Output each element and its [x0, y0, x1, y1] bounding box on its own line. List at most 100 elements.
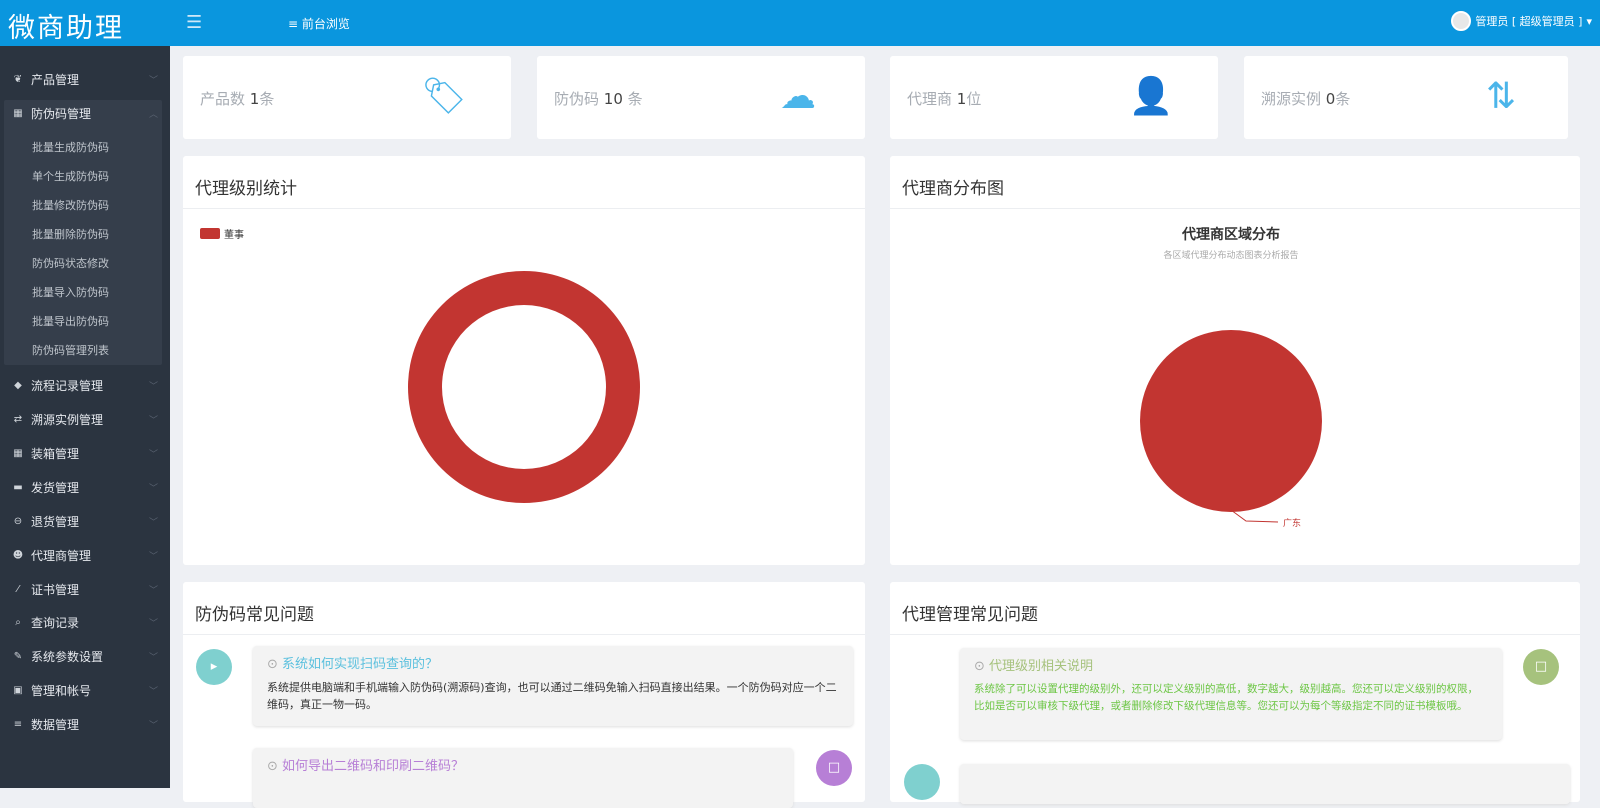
user-menu[interactable]: 管理员 [ 超级管理员 ] ▾: [1451, 11, 1592, 31]
faq-item: ⊙ 代理级别相关说明 系统除了可以设置代理的级别外，还可以定义级别的高低，数字越…: [960, 648, 1502, 740]
note-icon: □: [1523, 649, 1559, 685]
top-header: 微商助理 ☰ ≡ 前台浏览 管理员 [ 超级管理员 ] ▾: [0, 0, 1600, 46]
front-view-link[interactable]: ≡ 前台浏览: [288, 15, 350, 32]
minus-circle-icon: ⊖: [13, 516, 23, 527]
pie-label: 广东: [1283, 519, 1302, 529]
stat-value: 1: [956, 90, 967, 108]
chevron-down-icon: ﹀: [148, 76, 158, 86]
pie-slice[interactable]: [1140, 330, 1322, 512]
submenu-item[interactable]: 防伪码管理列表: [32, 342, 109, 358]
chevron-down-icon: ﹀: [148, 552, 158, 562]
sidebar-item[interactable]: ▦ 防伪码管理 ︿: [12, 105, 162, 122]
submenu-item[interactable]: 批量生成防伪码: [32, 139, 109, 155]
stat-text: 产品数 1条: [200, 90, 275, 108]
clock-icon: ⊙: [267, 759, 283, 774]
stat-card: 代理商 1位 👤: [890, 56, 1218, 139]
stat-card: 产品数 1条 🏷: [183, 56, 511, 139]
megaphone-icon: ▸: [196, 649, 232, 685]
caret-down-icon: ▾: [1586, 14, 1592, 28]
panel-title: 防伪码常见问题: [183, 582, 865, 635]
sidebar-item[interactable]: ☻ 代理商管理 ﹀: [12, 547, 162, 564]
sidebar-item[interactable]: ⇄ 溯源实例管理 ﹀: [12, 411, 162, 428]
faq-answer: 系统提供电脑端和手机端输入防伪码(溯源码)查询，也可以通过二维码免输入扫码直接出…: [267, 681, 837, 711]
submenu-item[interactable]: 批量导入防伪码: [32, 284, 109, 300]
user-icon: 👤: [1128, 76, 1174, 117]
clock-icon: ⊙: [974, 659, 990, 674]
submenu-item[interactable]: 批量删除防伪码: [32, 226, 109, 242]
cloud-icon: ☁: [780, 76, 816, 117]
submenu-item[interactable]: 防伪码状态修改: [32, 255, 109, 271]
agent-distribution-panel: 代理商分布图 代理商区域分布 各区域代理分布动态图表分析报告 广东: [890, 156, 1580, 565]
donut-chart: [408, 270, 640, 504]
sidebar-item[interactable]: ⁄ 证书管理 ﹀: [12, 581, 162, 598]
stat-value: 10: [603, 90, 623, 108]
stat-text: 代理商 1位: [907, 90, 982, 108]
sidebar-item[interactable]: ⌕ 查询记录 ﹀: [12, 614, 162, 631]
tags-icon: 🏷: [421, 76, 467, 117]
chevron-down-icon: ﹀: [148, 484, 158, 494]
faq-question[interactable]: ⊙ 系统如何实现扫码查询的？: [267, 656, 839, 673]
chevron-down-icon: ﹀: [148, 518, 158, 528]
sidebar-item[interactable]: ❦ 产品管理 ﹀: [12, 71, 162, 88]
sidebar-item[interactable]: ✎ 系统参数设置 ﹀: [12, 648, 162, 665]
agent-level-panel: 代理级别统计 董事: [183, 156, 865, 565]
pie-chart: [1140, 330, 1322, 523]
search-icon: ⌕: [15, 617, 21, 628]
faq-item: [960, 764, 1570, 804]
chevron-down-icon: ﹀: [148, 382, 158, 392]
pie-label-line: [1230, 509, 1279, 523]
submenu-item[interactable]: 批量修改防伪码: [32, 197, 109, 213]
retweet-icon: ⇅: [1485, 76, 1517, 117]
stat-text: 溯源实例 0条: [1261, 90, 1351, 108]
list-icon: ≡: [288, 17, 302, 31]
sidebar-item[interactable]: ▬ 发货管理 ﹀: [12, 479, 162, 496]
grid-icon: ▦: [13, 448, 23, 459]
faq-anticounterfeit-panel: 防伪码常见问题 ▸ ⊙ 系统如何实现扫码查询的？ 系统提供电脑端和手机端输入防伪…: [183, 582, 865, 808]
chevron-down-icon: ﹀: [148, 586, 158, 596]
chevron-down-icon: ﹀: [148, 619, 158, 629]
chevron-down-icon: ﹀: [148, 450, 158, 460]
stat-card: 防伪码 10 条 ☁: [537, 56, 865, 139]
stat-value: 0: [1325, 90, 1336, 108]
clock-icon: ⊙: [267, 657, 283, 672]
avatar: [1451, 11, 1472, 31]
document-icon: □: [816, 750, 852, 786]
faq-question[interactable]: ⊙ 如何导出二维码和印刷二维码？: [267, 758, 779, 775]
panel-title: 代理管理常见问题: [890, 582, 1580, 635]
legend-item[interactable]: 董事: [200, 226, 244, 241]
submenu-item[interactable]: 单个生成防伪码: [32, 168, 109, 184]
retweet-icon: ⇄: [13, 414, 23, 425]
faq-item: ⊙ 系统如何实现扫码查询的？ 系统提供电脑端和手机端输入防伪码(溯源码)查询，也…: [253, 646, 853, 726]
sidebar-item[interactable]: ◆ 流程记录管理 ﹀: [12, 377, 162, 394]
sidebar-item[interactable]: ▦ 装箱管理 ﹀: [12, 445, 162, 462]
faq-question[interactable]: ⊙ 代理级别相关说明: [974, 658, 1488, 675]
wrench-icon: ✎: [13, 651, 23, 662]
app-logo: 微商助理: [8, 13, 124, 44]
megaphone-icon: [904, 764, 940, 800]
panel-title: 代理级别统计: [183, 156, 865, 209]
sidebar: ❦ 产品管理 ﹀ ▦ 防伪码管理 ︿ 批量生成防伪码 单个生成防伪码 批量修改防伪码 批量删除防伪…: [0, 46, 170, 788]
chevron-down-icon: ﹀: [148, 653, 158, 663]
stat-text: 防伪码 10 条: [554, 90, 643, 108]
stat-value: 1: [249, 90, 260, 108]
chevron-up-icon: ︿: [148, 110, 158, 120]
chevron-down-icon: ﹀: [148, 721, 158, 731]
hamburger-icon[interactable]: ☰: [186, 12, 202, 33]
legend-swatch: [200, 228, 220, 239]
faq-item: ⊙ 如何导出二维码和印刷二维码？: [253, 748, 793, 808]
truck-icon: ▬: [13, 482, 23, 493]
users-icon: ☻: [12, 550, 24, 561]
submenu-item[interactable]: 批量导出防伪码: [32, 313, 109, 329]
stat-card: 溯源实例 0条 ⇅: [1244, 56, 1568, 139]
sidebar-item[interactable]: ▣ 管理和帐号 ﹀: [12, 682, 162, 699]
faq-agent-panel: 代理管理常见问题 ⊙ 代理级别相关说明 系统除了可以设置代理的级别外，还可以定义…: [890, 582, 1580, 804]
sidebar-item[interactable]: ≡ 数据管理 ﹀: [12, 716, 162, 733]
lock-icon: ▣: [13, 685, 23, 696]
sidebar-item[interactable]: ⊖ 退货管理 ﹀: [12, 513, 162, 530]
barcode-icon: ▦: [13, 108, 23, 119]
tags-icon: ◆: [14, 380, 22, 391]
donut-slice[interactable]: [408, 270, 640, 504]
list-icon: ≡: [13, 719, 23, 730]
chevron-down-icon: ﹀: [148, 416, 158, 426]
wand-icon: ⁄: [17, 584, 19, 595]
